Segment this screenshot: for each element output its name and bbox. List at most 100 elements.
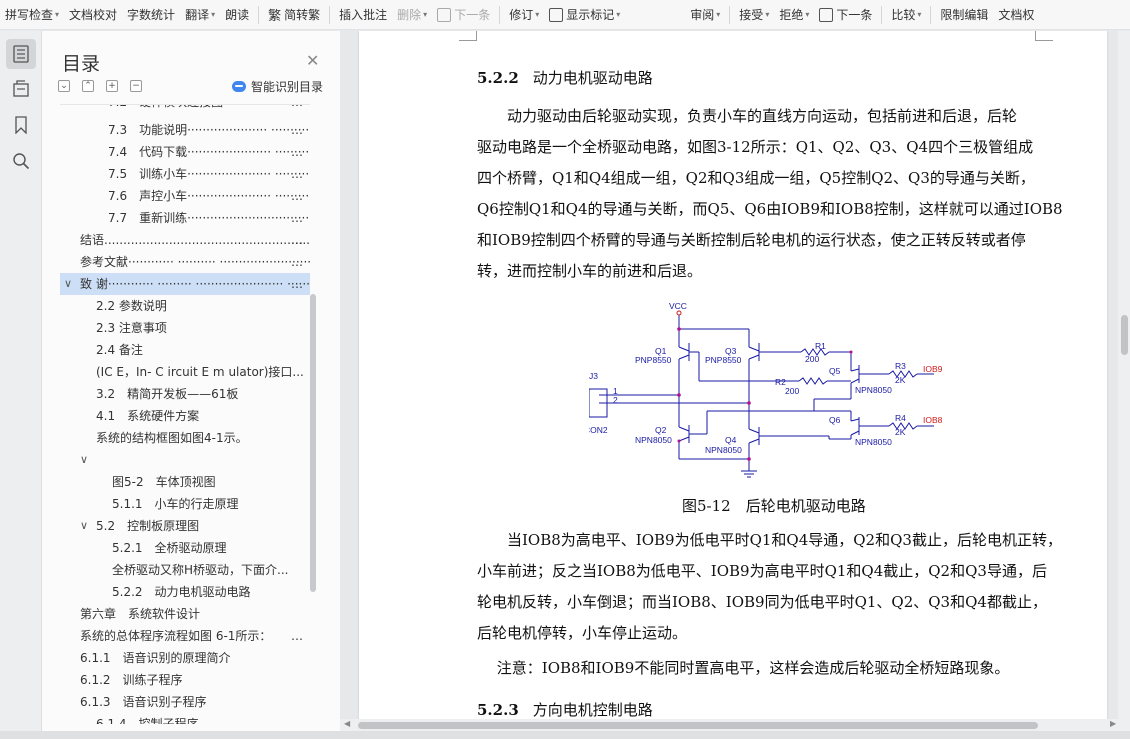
add-heading-icon[interactable]: + <box>106 80 118 92</box>
crop-mark <box>1035 31 1053 41</box>
simplified-to-traditional-button[interactable]: 繁 简转繁 <box>263 3 325 27</box>
q2-label: Q2 <box>655 425 667 435</box>
toc-item[interactable]: 参考文献············ ·········· ············… <box>60 251 310 273</box>
toc-item[interactable]: 7.3 功能说明····················· ··········… <box>60 119 310 141</box>
review-toolbar: 拼写检查 ▾ 文档校对 字数统计 翻译 ▾ 朗读 繁 简转繁 插入批注 删除 ▾ 下一… <box>0 0 1130 30</box>
toc-item[interactable]: 2.3 注意事项 <box>60 317 310 339</box>
q6-label: Q6 <box>829 415 841 425</box>
restrict-editing-button[interactable]: 限制编辑 <box>935 3 993 27</box>
remove-heading-icon[interactable]: − <box>130 80 142 92</box>
next-comment-icon <box>437 7 452 22</box>
toc-item[interactable]: 7.6 声控小车······················ ·········… <box>60 185 310 207</box>
toolbar-divider <box>729 5 731 24</box>
reject-button[interactable]: 拒绝 ▾ <box>774 3 814 27</box>
translate-button[interactable]: 翻译 ▾ <box>180 3 220 27</box>
r2-value-label: 200 <box>785 386 799 396</box>
read-aloud-button[interactable]: 朗读 <box>220 3 254 27</box>
compare-button[interactable]: 比较 ▾ <box>886 3 926 27</box>
bookmark-icon <box>15 116 27 134</box>
toc-item-selected[interactable]: ∨ 致 谢············ ········· ············… <box>60 273 310 295</box>
scroll-left-icon[interactable]: ◀ <box>344 719 350 728</box>
vertical-scrollbar[interactable] <box>1118 31 1130 719</box>
q6-type-label: NPN8050 <box>855 437 892 447</box>
toolbar-divider <box>499 5 501 24</box>
accept-button[interactable]: 接受 ▾ <box>734 3 774 27</box>
vcc-label: VCC <box>669 301 687 311</box>
document-page: 5.2.2 动力电机驱动电路 动力驱动由后轮驱动实现，负责小车的直线方向运动，包括… <box>359 31 1107 719</box>
paragraph: 动力驱动由后轮驱动实现，负责小车的直线方向运动，包括前进和后退，后轮 驱动电路是… <box>477 107 1063 280</box>
search-pane-button[interactable] <box>6 146 36 176</box>
document-proofread-button[interactable]: 文档校对 <box>64 3 122 27</box>
expand-all-icon[interactable]: ⌃ <box>82 80 94 92</box>
horizontal-scrollbar[interactable]: ◀ ▶ <box>340 719 1130 731</box>
navigation-pane-button[interactable] <box>6 74 36 104</box>
toc-item[interactable]: 6.1.1 语音识别的原理简介 <box>60 647 310 669</box>
toc-item[interactable]: 7.7 重新训练································… <box>60 207 310 229</box>
q3-type-label: PNP8550 <box>705 355 742 365</box>
toc-item[interactable]: 6.1.2 训练子程序 <box>60 669 310 691</box>
insert-comment-button[interactable]: 插入批注 <box>334 3 392 27</box>
next-comment-button[interactable]: 下一条 <box>432 3 495 27</box>
toolbar-divider <box>930 5 932 24</box>
toc-scrollbar[interactable] <box>310 294 316 592</box>
toc-panel-button[interactable] <box>6 39 36 69</box>
bookmark-pane-button[interactable] <box>6 110 36 140</box>
j3-label: J3 <box>589 371 598 381</box>
document-viewport: 5.2.2 动力电机驱动电路 动力驱动由后轮驱动实现，负责小车的直线方向运动，包括… <box>340 31 1130 719</box>
toc-item[interactable]: 6.1.4 控制子程序 <box>60 713 310 724</box>
toc-item[interactable]: 7.2 硬件模块连接图… <box>60 105 310 113</box>
toc-item[interactable]: 5.1.1 小车的行走原理 <box>60 493 310 515</box>
review-button[interactable]: 审阅 ▾ <box>685 3 725 27</box>
toc-item[interactable]: 图5-2 车体顶视图 <box>60 471 310 493</box>
spell-check-button[interactable]: 拼写检查 ▾ <box>0 3 64 27</box>
chevron-down-icon[interactable]: ∨ <box>64 273 72 295</box>
vertical-scroll-thumb[interactable] <box>1121 315 1128 355</box>
toc-item[interactable]: 2.4 备注 <box>60 339 310 361</box>
toc-item[interactable]: 6.1.3 语音识别子程序 <box>60 691 310 713</box>
q5-label: Q5 <box>829 366 841 376</box>
note-paragraph: 注意：IOB8和IOB9不能同时置高电平，这样会造成后轮驱动全桥短路现象。 <box>477 659 1010 677</box>
r3-label: R3 <box>895 361 906 371</box>
toc-item[interactable]: ∨ <box>60 449 310 471</box>
pin2-label: 2 <box>613 395 618 405</box>
next-change-button[interactable]: 下一条 <box>814 3 877 27</box>
chevron-down-icon[interactable]: ∨ <box>80 449 88 471</box>
toc-item[interactable]: 系统的结构框图如图4-1示。 <box>60 427 310 449</box>
toc-item[interactable]: 系统的总体程序流程如图 6-1所示：… <box>60 625 310 647</box>
toc-item[interactable]: 7.5 训练小车······················ ·········… <box>60 163 310 185</box>
toc-item[interactable]: 4.1 系统硬件方案 <box>60 405 310 427</box>
iob9-label: IOB9 <box>923 364 943 374</box>
traditional-chinese-icon: 繁 <box>268 9 282 24</box>
next-change-icon <box>819 7 834 22</box>
navigation-rail <box>0 31 42 739</box>
horizontal-scroll-thumb[interactable] <box>358 722 1038 729</box>
toc-item[interactable]: 5.2.2 动力电机驱动电路 <box>60 581 310 603</box>
toc-icon <box>13 45 29 63</box>
q2-type-label: NPN8050 <box>635 435 672 445</box>
word-count-button[interactable]: 字数统计 <box>122 3 180 27</box>
q1-type-label: PNP8550 <box>635 355 672 365</box>
scroll-right-icon[interactable]: ▶ <box>1110 719 1116 728</box>
document-permission-button[interactable]: 文档权 <box>993 3 1039 27</box>
r3-value-label: 2K <box>895 375 906 385</box>
chevron-down-icon[interactable]: ∨ <box>80 515 88 537</box>
close-icon[interactable]: ✕ <box>306 51 319 70</box>
toc-item[interactable]: 结语......................................… <box>60 229 310 251</box>
toc-item[interactable]: 全桥驱动又称H桥驱动，下面介... <box>60 559 310 581</box>
delete-comment-button[interactable]: 删除 ▾ <box>392 3 432 27</box>
smart-recognize-toc-button[interactable]: 智能识别目录 <box>232 78 323 95</box>
toc-title: 目录 <box>62 53 101 75</box>
show-markup-button[interactable]: 显示标记 ▾ <box>544 3 625 27</box>
collapse-all-icon[interactable]: ⌄ <box>58 80 70 92</box>
q4-type-label: NPN8050 <box>705 445 742 455</box>
toc-item[interactable]: 2.2 参数说明 <box>60 295 310 317</box>
toc-item[interactable]: (IC E，In- C ircuit E m ulator)接口... <box>60 361 310 383</box>
r1-value-label: 200 <box>805 354 819 364</box>
toc-item[interactable]: 3.2 精简开发板——61板 <box>60 383 310 405</box>
toc-item[interactable]: 5.2.1 全桥驱动原理 <box>60 537 310 559</box>
crop-mark <box>459 31 477 41</box>
toc-item[interactable]: ∨ 5.2 控制板原理图 <box>60 515 310 537</box>
toc-item[interactable]: 第六章 系统软件设计 <box>60 603 310 625</box>
toc-item[interactable]: 7.4 代码下载······················ ·········… <box>60 141 310 163</box>
track-changes-button[interactable]: 修订 ▾ <box>504 3 544 27</box>
